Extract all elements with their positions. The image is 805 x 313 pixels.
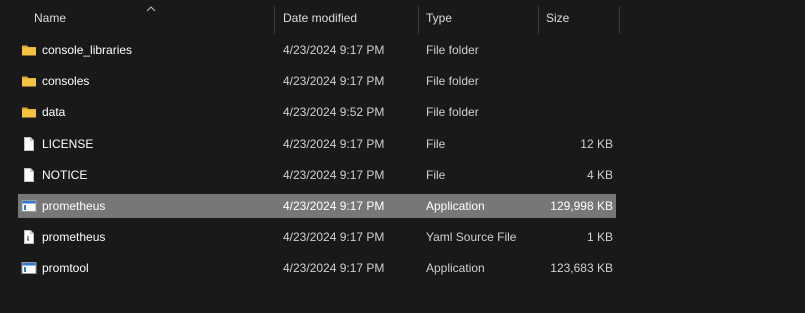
file-type: Yaml Source File — [426, 230, 517, 245]
file-size: 123,683 KB — [550, 261, 613, 276]
file-size: 12 KB — [580, 136, 613, 151]
file-date-modified: 4/23/2024 9:17 PM — [283, 74, 385, 89]
file-name: NOTICE — [42, 167, 88, 182]
application-icon — [21, 198, 37, 214]
column-divider[interactable] — [538, 6, 539, 34]
file-name: data — [42, 105, 66, 120]
file-date-modified: 4/23/2024 9:17 PM — [283, 230, 385, 245]
folder-icon — [21, 42, 37, 58]
file-type: File folder — [426, 105, 479, 120]
file-icon — [21, 136, 37, 152]
file-name: prometheus — [42, 199, 106, 213]
file-icon — [21, 167, 37, 183]
file-row[interactable]: prometheus 4/23/2024 9:17 PM Application 12… — [18, 194, 616, 218]
column-divider[interactable] — [274, 6, 275, 34]
file-size: 129,998 KB — [550, 199, 613, 213]
file-explorer: Name Date modified Type Size console_lib… — [0, 0, 805, 313]
file-date-modified: 4/23/2024 9:17 PM — [283, 167, 385, 182]
file-type: Application — [426, 261, 485, 276]
file-row[interactable]: prometheus 4/23/2024 9:17 PM Yaml Source F… — [18, 225, 616, 249]
file-type: File folder — [426, 74, 479, 89]
file-date-modified: 4/23/2024 9:17 PM — [283, 43, 385, 57]
file-name: console_libraries — [42, 43, 133, 57]
file-type: File folder — [426, 43, 479, 57]
folder-icon — [21, 104, 37, 120]
file-name: LICENSE — [42, 136, 94, 151]
yaml-file-icon — [21, 229, 37, 245]
file-row[interactable]: LICENSE 4/23/2024 9:17 PM File 12 KB — [18, 132, 616, 156]
file-size: 1 KB — [586, 230, 613, 245]
column-header-bar: Name Date modified Type Size — [0, 0, 805, 36]
column-header-size[interactable]: Size — [546, 0, 569, 36]
application-icon — [21, 260, 37, 276]
file-date-modified: 4/23/2024 9:17 PM — [283, 136, 385, 151]
sort-ascending-icon — [146, 2, 156, 12]
column-header-type[interactable]: Type — [426, 0, 452, 36]
file-date-modified: 4/23/2024 9:52 PM — [283, 105, 385, 120]
file-row[interactable]: console_libraries 4/23/2024 9:17 PM File f… — [18, 38, 616, 62]
file-name: consoles — [42, 74, 90, 89]
file-row[interactable]: data 4/23/2024 9:52 PM File folder — [18, 100, 616, 124]
column-divider[interactable] — [418, 6, 419, 34]
file-type: Application — [426, 199, 485, 213]
column-header-date-modified[interactable]: Date modified — [283, 0, 357, 36]
file-size: 4 KB — [586, 167, 613, 182]
column-divider[interactable] — [619, 6, 620, 34]
column-header-name[interactable]: Name — [34, 0, 66, 36]
file-row[interactable]: promtool 4/23/2024 9:17 PM Application 123,… — [18, 256, 616, 280]
file-name: prometheus — [42, 230, 106, 245]
file-type: File — [426, 136, 446, 151]
file-name: promtool — [42, 261, 89, 276]
file-row[interactable]: consoles 4/23/2024 9:17 PM File folder — [18, 69, 616, 93]
file-date-modified: 4/23/2024 9:17 PM — [283, 261, 385, 276]
file-date-modified: 4/23/2024 9:17 PM — [283, 199, 385, 213]
folder-icon — [21, 73, 37, 89]
file-row[interactable]: NOTICE 4/23/2024 9:17 PM File 4 KB — [18, 163, 616, 187]
file-type: File — [426, 167, 446, 182]
